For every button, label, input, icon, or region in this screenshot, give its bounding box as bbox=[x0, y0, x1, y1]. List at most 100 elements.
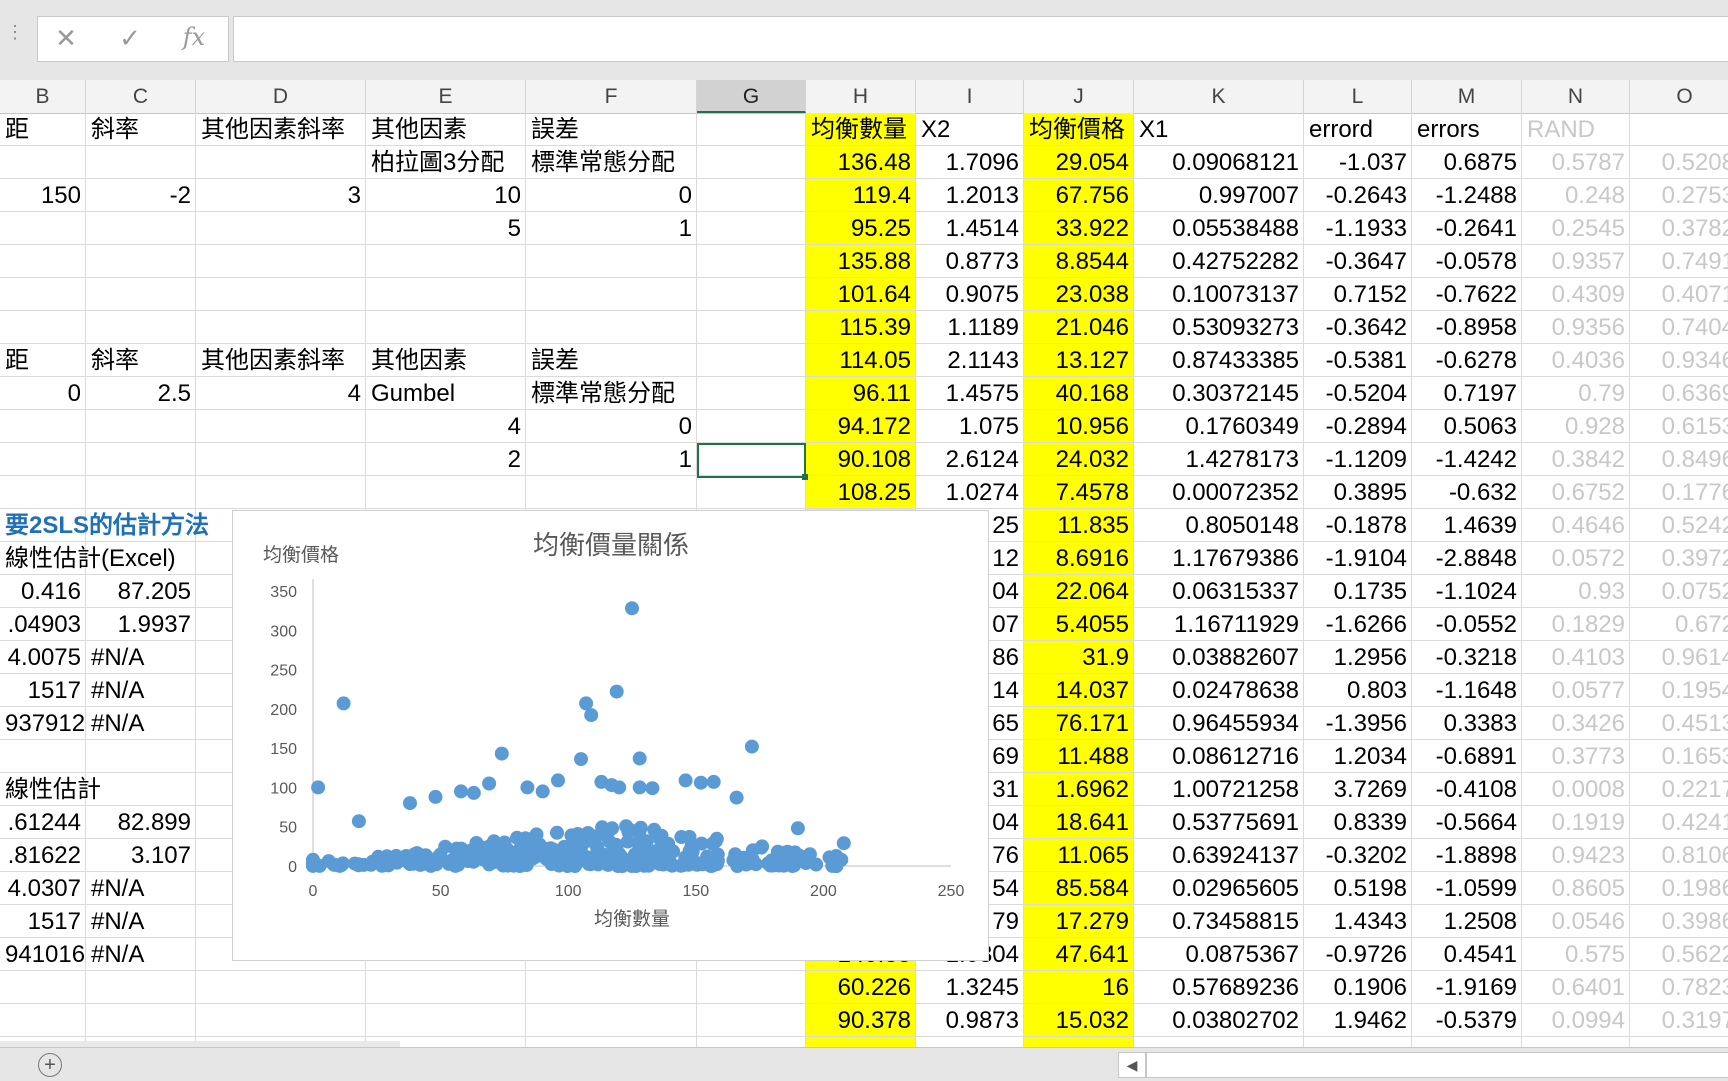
cell-L17[interactable]: 1.2956 bbox=[1304, 641, 1412, 674]
cell-M1[interactable]: errors bbox=[1412, 113, 1522, 146]
cell-J7[interactable]: 21.046 bbox=[1024, 311, 1134, 344]
cell-J1[interactable]: 均衡價格 bbox=[1024, 113, 1134, 146]
cell-J2[interactable]: 29.054 bbox=[1024, 146, 1134, 179]
cell-L22[interactable]: 0.8339 bbox=[1304, 806, 1412, 839]
cell-M14[interactable]: -2.8848 bbox=[1412, 542, 1522, 575]
cell-K24[interactable]: 0.02965605 bbox=[1134, 872, 1304, 905]
cell-N28[interactable]: 0.0994 bbox=[1522, 1004, 1630, 1037]
cell-O15[interactable]: 0.0752 bbox=[1630, 575, 1728, 608]
cell-J24[interactable]: 85.584 bbox=[1024, 872, 1134, 905]
cell-K11[interactable]: 1.4278173 bbox=[1134, 443, 1304, 476]
cell-E1[interactable]: 其他因素 bbox=[366, 113, 526, 146]
cell-L26[interactable]: -0.9726 bbox=[1304, 938, 1412, 971]
cell-J11[interactable]: 24.032 bbox=[1024, 443, 1134, 476]
cell-J26[interactable]: 47.641 bbox=[1024, 938, 1134, 971]
cell-M27[interactable]: -1.9169 bbox=[1412, 971, 1522, 1004]
cell-K7[interactable]: 0.53093273 bbox=[1134, 311, 1304, 344]
cell-J6[interactable]: 23.038 bbox=[1024, 278, 1134, 311]
cell-K16[interactable]: 1.16711929 bbox=[1134, 608, 1304, 641]
scroll-left-icon[interactable]: ◀ bbox=[1118, 1052, 1146, 1078]
cell-M21[interactable]: -0.4108 bbox=[1412, 773, 1522, 806]
cell-O6[interactable]: 0.4071 bbox=[1630, 278, 1728, 311]
cell-L15[interactable]: 0.1735 bbox=[1304, 575, 1412, 608]
cell-N12[interactable]: 0.6752 bbox=[1522, 476, 1630, 509]
cell-N8[interactable]: 0.4036 bbox=[1522, 344, 1630, 377]
cell-N13[interactable]: 0.4646 bbox=[1522, 509, 1630, 542]
cell-C24[interactable]: #N/A bbox=[86, 872, 196, 905]
cell-H1[interactable]: 均衡數量 bbox=[806, 113, 916, 146]
cell-O13[interactable]: 0.5242 bbox=[1630, 509, 1728, 542]
cell-L21[interactable]: 3.7269 bbox=[1304, 773, 1412, 806]
cell-K28[interactable]: 0.03802702 bbox=[1134, 1004, 1304, 1037]
cell-O17[interactable]: 0.9614 bbox=[1630, 641, 1728, 674]
cell-I28[interactable]: 0.9873 bbox=[916, 1004, 1024, 1037]
cell-H27[interactable]: 60.226 bbox=[806, 971, 916, 1004]
horizontal-scrollbar[interactable] bbox=[1146, 1052, 1728, 1078]
cell-B18[interactable]: 1517 bbox=[0, 674, 86, 707]
cell-I7[interactable]: 1.1189 bbox=[916, 311, 1024, 344]
cell-K26[interactable]: 0.0875367 bbox=[1134, 938, 1304, 971]
cell-B21[interactable]: 線性估計 bbox=[0, 773, 200, 806]
column-header-E[interactable]: E bbox=[366, 80, 526, 113]
cell-O22[interactable]: 0.4241 bbox=[1630, 806, 1728, 839]
cell-O8[interactable]: 0.9346 bbox=[1630, 344, 1728, 377]
cell-J20[interactable]: 11.488 bbox=[1024, 740, 1134, 773]
cell-B22[interactable]: .61244 bbox=[0, 806, 86, 839]
cell-K9[interactable]: 0.30372145 bbox=[1134, 377, 1304, 410]
cell-O3[interactable]: 0.2753 bbox=[1630, 179, 1728, 212]
cell-I6[interactable]: 0.9075 bbox=[916, 278, 1024, 311]
cell-L7[interactable]: -0.3642 bbox=[1304, 311, 1412, 344]
cell-I10[interactable]: 1.075 bbox=[916, 410, 1024, 443]
cell-J27[interactable]: 16 bbox=[1024, 971, 1134, 1004]
cell-L24[interactable]: 0.5198 bbox=[1304, 872, 1412, 905]
cell-J3[interactable]: 67.756 bbox=[1024, 179, 1134, 212]
cell-J5[interactable]: 8.8544 bbox=[1024, 245, 1134, 278]
cell-K4[interactable]: 0.05538488 bbox=[1134, 212, 1304, 245]
cell-M17[interactable]: -0.3218 bbox=[1412, 641, 1522, 674]
cell-L20[interactable]: 1.2034 bbox=[1304, 740, 1412, 773]
cell-O2[interactable]: 0.5208 bbox=[1630, 146, 1728, 179]
cell-H8[interactable]: 114.05 bbox=[806, 344, 916, 377]
cell-M26[interactable]: 0.4541 bbox=[1412, 938, 1522, 971]
cell-M11[interactable]: -1.4242 bbox=[1412, 443, 1522, 476]
cell-N23[interactable]: 0.9423 bbox=[1522, 839, 1630, 872]
cancel-icon[interactable]: ✕ bbox=[46, 23, 86, 54]
cell-L2[interactable]: -1.037 bbox=[1304, 146, 1412, 179]
cell-I3[interactable]: 1.2013 bbox=[916, 179, 1024, 212]
column-header-C[interactable]: C bbox=[86, 80, 196, 113]
cell-M7[interactable]: -0.8958 bbox=[1412, 311, 1522, 344]
cell-B17[interactable]: 4.0075 bbox=[0, 641, 86, 674]
column-header-N[interactable]: N bbox=[1522, 80, 1630, 113]
cell-L19[interactable]: -1.3956 bbox=[1304, 707, 1412, 740]
cell-K2[interactable]: 0.09068121 bbox=[1134, 146, 1304, 179]
cell-K14[interactable]: 1.17679386 bbox=[1134, 542, 1304, 575]
cell-H11[interactable]: 90.108 bbox=[806, 443, 916, 476]
cell-H10[interactable]: 94.172 bbox=[806, 410, 916, 443]
cell-E8[interactable]: 其他因素 bbox=[366, 344, 526, 377]
cell-C23[interactable]: 3.107 bbox=[86, 839, 196, 872]
cell-O12[interactable]: 0.1776 bbox=[1630, 476, 1728, 509]
cell-D3[interactable]: 3 bbox=[196, 179, 366, 212]
cell-N25[interactable]: 0.0546 bbox=[1522, 905, 1630, 938]
cell-B3[interactable]: 150 bbox=[0, 179, 86, 212]
cell-K21[interactable]: 1.00721258 bbox=[1134, 773, 1304, 806]
cell-I1[interactable]: X2 bbox=[916, 113, 1024, 146]
cell-J10[interactable]: 10.956 bbox=[1024, 410, 1134, 443]
cell-I27[interactable]: 1.3245 bbox=[916, 971, 1024, 1004]
cell-L6[interactable]: 0.7152 bbox=[1304, 278, 1412, 311]
cell-L1[interactable]: errord bbox=[1304, 113, 1412, 146]
cell-I9[interactable]: 1.4575 bbox=[916, 377, 1024, 410]
cell-M28[interactable]: -0.5379 bbox=[1412, 1004, 1522, 1037]
cell-O5[interactable]: 0.7491 bbox=[1630, 245, 1728, 278]
cell-B19[interactable]: 937912 bbox=[0, 707, 86, 740]
cell-N24[interactable]: 0.8605 bbox=[1522, 872, 1630, 905]
cell-N27[interactable]: 0.6401 bbox=[1522, 971, 1630, 1004]
cell-M15[interactable]: -1.1024 bbox=[1412, 575, 1522, 608]
cell-O4[interactable]: 0.3782 bbox=[1630, 212, 1728, 245]
cell-B8[interactable]: 距 bbox=[0, 344, 86, 377]
column-header-O[interactable]: O bbox=[1630, 80, 1728, 113]
cell-H3[interactable]: 119.4 bbox=[806, 179, 916, 212]
cell-H5[interactable]: 135.88 bbox=[806, 245, 916, 278]
cell-K1[interactable]: X1 bbox=[1134, 113, 1304, 146]
cell-C26[interactable]: #N/A bbox=[86, 938, 196, 971]
